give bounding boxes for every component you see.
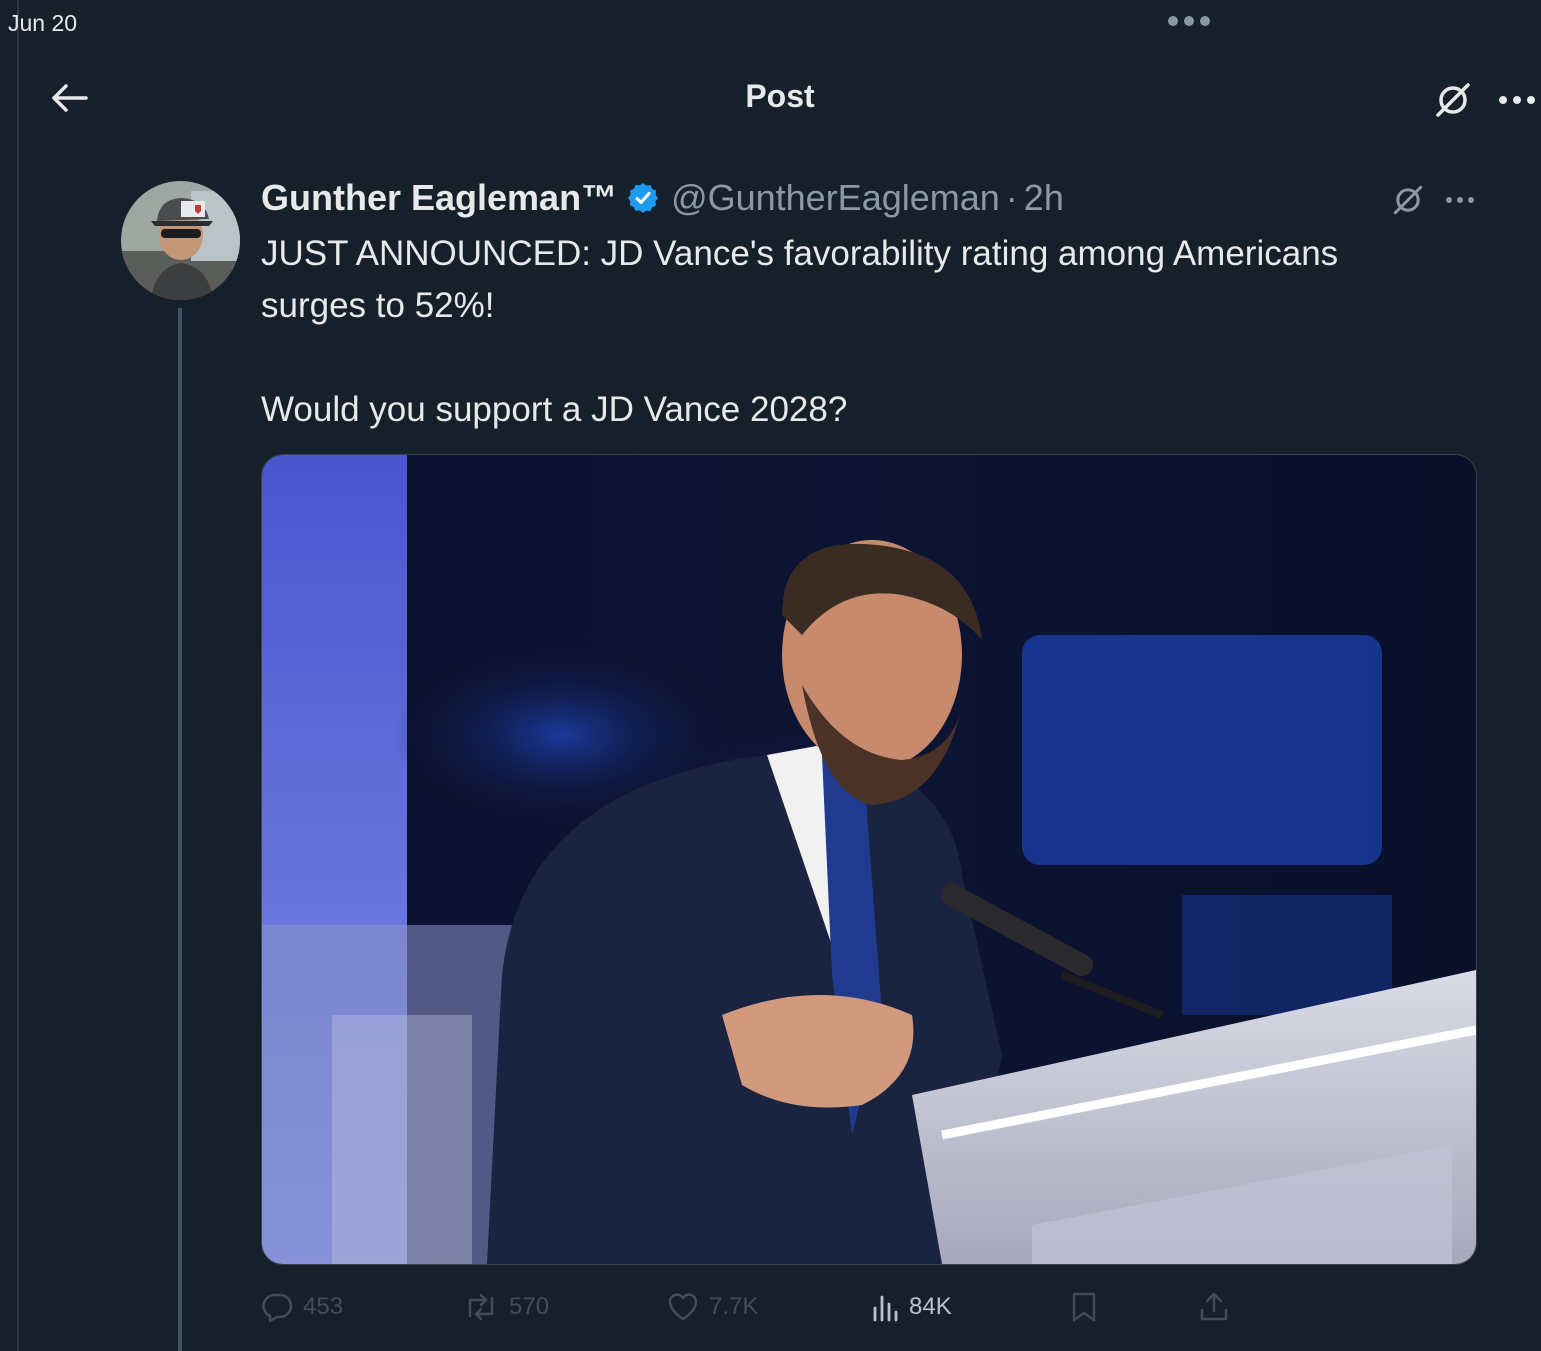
post-author-row: Gunther Eagleman™ @GuntherEagleman · 2h — [261, 174, 1064, 222]
post-text-line: JUST ANNOUNCED: JD Vance's favorability … — [261, 234, 1339, 273]
post-text: JUST ANNOUNCED: JD Vance's favorability … — [261, 228, 1491, 436]
reply-count: 453 — [303, 1293, 344, 1320]
reply-button[interactable]: 453 — [261, 1284, 343, 1330]
post-header: Post — [19, 60, 1541, 136]
verified-badge-icon — [628, 183, 659, 213]
post-text-line: surges to 52%! — [261, 286, 495, 325]
view-count: 84K — [909, 1293, 952, 1320]
more-dots-icon — [1446, 197, 1474, 203]
status-date: Jun 20 — [8, 10, 78, 36]
grok-icon — [1436, 83, 1470, 117]
post-image[interactable] — [261, 454, 1477, 1265]
left-divider — [17, 0, 19, 1351]
author-name[interactable]: Gunther Eagleman™ — [261, 177, 617, 219]
like-count: 7.7K — [709, 1293, 759, 1320]
views-button[interactable]: 84K — [871, 1284, 952, 1330]
more-dots-icon — [1499, 96, 1535, 104]
reply-icon — [262, 1293, 293, 1322]
post-time[interactable]: 2h — [1024, 177, 1064, 219]
share-button[interactable] — [1199, 1284, 1229, 1330]
back-button[interactable] — [47, 78, 91, 118]
post-grok-button[interactable] — [1388, 180, 1428, 220]
window-handle-dots[interactable] — [1168, 16, 1210, 26]
author-avatar[interactable] — [121, 181, 240, 300]
author-handle[interactable]: @GuntherEagleman — [671, 177, 1000, 219]
page-title: Post — [745, 78, 815, 114]
arrow-left-icon — [52, 84, 88, 112]
share-icon — [1200, 1292, 1228, 1321]
bookmark-icon — [1072, 1292, 1096, 1322]
post-more-button[interactable] — [1440, 180, 1480, 220]
grok-button[interactable] — [1431, 78, 1475, 122]
post-text-line: Would you support a JD Vance 2028? — [261, 390, 848, 429]
heart-icon — [668, 1293, 698, 1321]
grok-icon — [1393, 185, 1423, 215]
meta-separator: · — [1005, 177, 1018, 218]
more-options-button[interactable] — [1495, 78, 1539, 122]
repost-button[interactable]: 570 — [463, 1284, 549, 1330]
bar-chart-icon — [873, 1295, 898, 1322]
repost-count: 570 — [509, 1293, 550, 1320]
like-button[interactable]: 7.7K — [667, 1284, 758, 1330]
post-actions: 453 570 7.7K 84K — [261, 1284, 1491, 1330]
thread-line — [178, 308, 182, 1351]
repost-icon — [468, 1293, 494, 1321]
bookmark-button[interactable] — [1071, 1284, 1097, 1330]
